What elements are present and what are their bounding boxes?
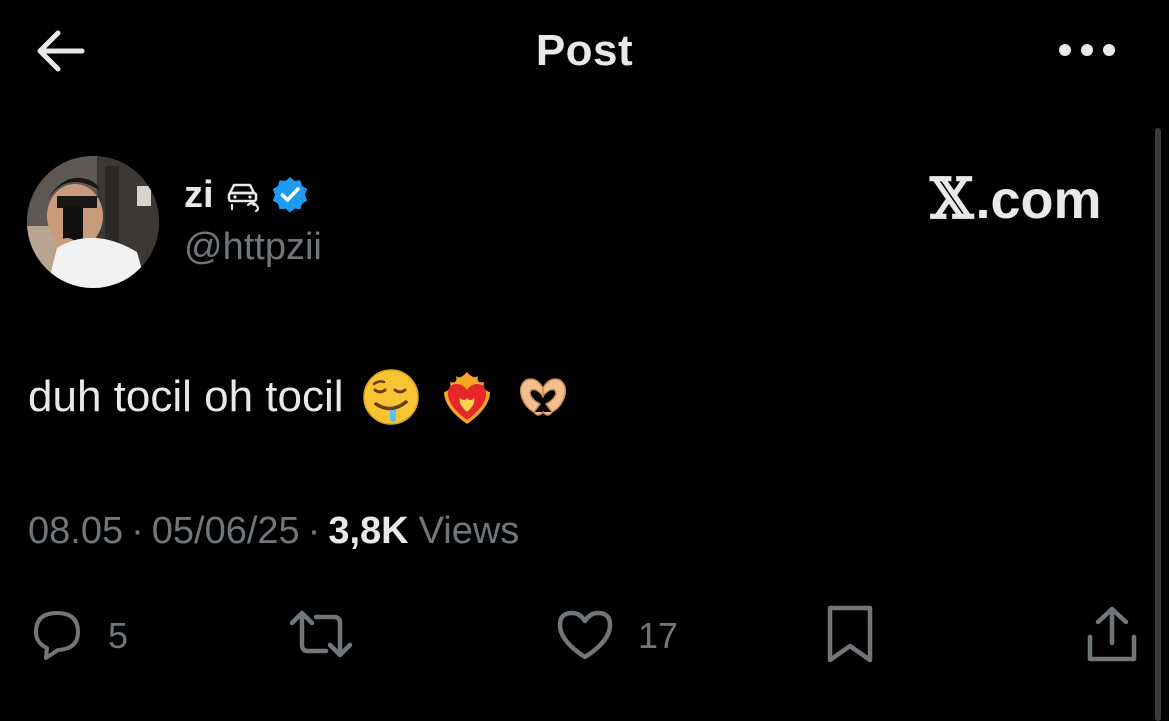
views-label[interactable]: Views [419, 510, 520, 553]
more-horizontal-icon [1057, 42, 1117, 63]
share-button[interactable] [1084, 598, 1140, 674]
post-text: duh tocil oh tocil [28, 368, 572, 426]
drooling-face-emoji [362, 368, 420, 426]
page-title: Post [535, 26, 634, 75]
reply-button[interactable]: 5 [28, 598, 128, 674]
author-name-row[interactable]: zi [184, 172, 310, 218]
heart-icon [554, 605, 616, 668]
post-date[interactable]: 05/06/25 [152, 510, 300, 553]
verified-badge-icon[interactable] [270, 175, 310, 215]
separator-dot: · [307, 510, 321, 552]
avatar[interactable] [27, 156, 159, 288]
post-meta: 08.05 · 05/06/25 · 3,8K Views [28, 510, 519, 553]
like-count: 17 [638, 615, 679, 656]
repost-button[interactable] [286, 598, 356, 674]
separator-dot: · [131, 510, 144, 552]
display-name[interactable]: zi [184, 174, 214, 217]
like-button[interactable]: 17 [554, 598, 678, 674]
top-bar: Post [0, 0, 1169, 110]
author-handle[interactable]: @httpzii [184, 226, 322, 269]
x-logo-icon: 𝕏 [930, 166, 974, 232]
share-icon [1084, 603, 1140, 670]
post-time[interactable]: 08.05 [28, 510, 123, 553]
repost-icon [286, 605, 356, 668]
views-count[interactable]: 3,8K [328, 510, 408, 553]
heart-hands-emoji [514, 368, 572, 426]
brand-domain-text: .com [975, 170, 1102, 230]
x-com-watermark: 𝕏 .com [930, 166, 1102, 232]
reply-icon [28, 605, 86, 668]
bookmark-button[interactable] [824, 598, 876, 674]
more-options-button[interactable] [1052, 30, 1122, 74]
action-bar: 5 17 [0, 598, 1169, 678]
bookmark-icon [824, 604, 876, 669]
heart-on-fire-emoji [438, 368, 496, 426]
post-text-content: duh tocil oh tocil [28, 372, 344, 421]
reply-count: 5 [108, 615, 129, 656]
car-skidding-emoji [226, 177, 262, 213]
